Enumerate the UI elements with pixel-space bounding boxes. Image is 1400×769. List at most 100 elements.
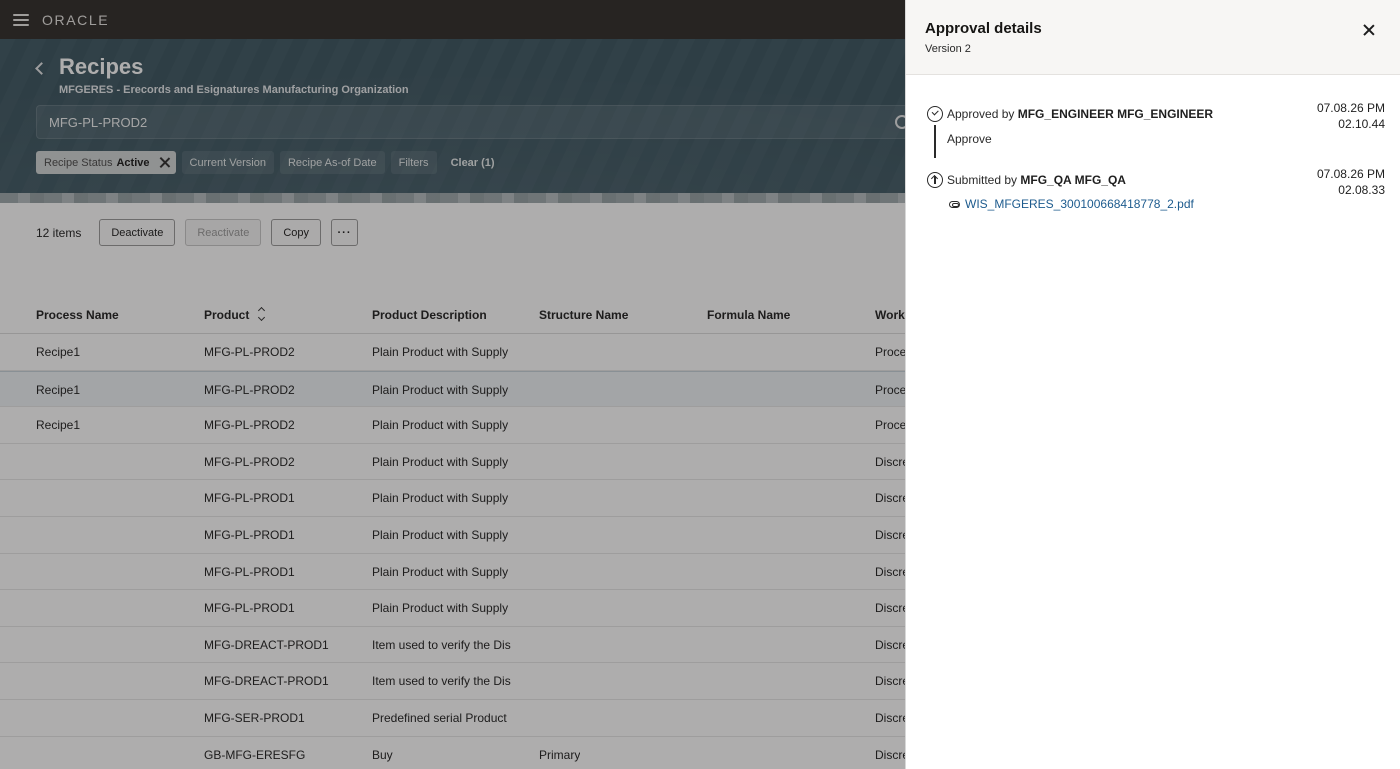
event-date: 07.08.26 PM xyxy=(1316,101,1385,115)
event-timestamp: 07.08.26 PM 02.10.44 xyxy=(1317,100,1385,132)
more-actions-button[interactable]: ··· xyxy=(331,219,359,246)
recipe-status-chip[interactable]: Recipe Status Active xyxy=(36,151,176,174)
cell-description: Predefined serial Product xyxy=(372,710,507,725)
table-row[interactable]: MFG-PL-PROD1 Plain Product with Supply Dis… xyxy=(0,517,905,554)
cell-work: Discre xyxy=(875,527,905,542)
cell-work: Discre xyxy=(875,747,905,762)
remove-filter-icon[interactable] xyxy=(159,157,170,168)
cell-product: MFG-SER-PROD1 xyxy=(204,710,305,725)
clear-filters-button[interactable]: Clear (1) xyxy=(443,151,503,174)
cell-product: MFG-DREACT-PROD1 xyxy=(204,637,329,652)
page-subtitle: MFGERES - Erecords and Esignatures Manuf… xyxy=(59,84,409,96)
cell-description: Plain Product with Supply xyxy=(372,382,509,397)
cell-description: Plain Product with Supply xyxy=(372,454,509,469)
cell-description: Plain Product with Supply xyxy=(372,564,509,579)
table-row[interactable]: GB-MFG-ERESFG Buy Primary Discre xyxy=(0,737,905,769)
cell-description: Plain Product with Supply xyxy=(372,345,509,359)
submission-event: Submitted by MFG_QA MFG_QA WIS_MFGERES_3… xyxy=(925,167,1400,222)
chip-value: Active xyxy=(116,156,150,169)
filters-chip[interactable]: Filters xyxy=(390,151,437,174)
cell-work: Discre xyxy=(875,491,905,506)
menu-icon[interactable] xyxy=(13,13,29,26)
filter-chips: Recipe Status Active Current Version Rec… xyxy=(36,151,503,174)
cell-work: Discre xyxy=(875,637,905,652)
as-of-date-chip[interactable]: Recipe As-of Date xyxy=(279,151,385,174)
cell-description: Item used to verify the Dis xyxy=(372,674,511,689)
recipes-table: Process Name Product Product Description… xyxy=(0,296,905,769)
cell-description: Plain Product with Supply xyxy=(372,418,509,433)
table-row[interactable]: MFG-DREACT-PROD1 Item used to verify the … xyxy=(0,663,905,700)
cell-description: Plain Product with Supply xyxy=(372,601,509,616)
table-row[interactable]: MFG-PL-PROD1 Plain Product with Supply Dis… xyxy=(0,554,905,591)
attachment: WIS_MFGERES_300100668418778_2.pdf xyxy=(949,197,1194,211)
column-header-structure-name[interactable]: Structure Name xyxy=(539,308,628,322)
cell-product: MFG-PL-PROD2 xyxy=(204,382,295,397)
cell-product: GB-MFG-ERESFG xyxy=(204,747,306,762)
column-header-product[interactable]: Product xyxy=(204,308,266,322)
cell-work: Discre xyxy=(875,674,905,689)
table-row[interactable]: MFG-PL-PROD1 Plain Product with Supply Dis… xyxy=(0,590,905,627)
table-row[interactable]: Recipe1 MFG-PL-PROD2 Plain Product with Su… xyxy=(0,407,905,444)
copy-button[interactable]: Copy xyxy=(271,219,322,246)
oracle-logo[interactable]: ORACLE xyxy=(42,12,109,28)
current-version-chip[interactable]: Current Version xyxy=(181,151,274,174)
cell-description: Plain Product with Supply xyxy=(372,527,509,542)
drawer-title: Approval details xyxy=(925,20,1042,37)
cell-work: Discre xyxy=(875,601,905,616)
back-chevron-icon[interactable] xyxy=(34,60,46,76)
close-icon[interactable] xyxy=(1362,23,1376,37)
table-header: Process Name Product Product Description… xyxy=(0,296,905,334)
cell-work: Discre xyxy=(875,710,905,725)
cell-description: Item used to verify the Dis xyxy=(372,637,511,652)
cell-description: Plain Product with Supply xyxy=(372,491,509,506)
sort-icon[interactable] xyxy=(258,308,266,320)
approval-event: Approved by MFG_ENGINEER MFG_ENGINEER Ap… xyxy=(925,101,1400,166)
event-time: 02.10.44 xyxy=(1338,117,1385,131)
cell-work: Proce xyxy=(875,418,905,433)
cell-process: Recipe1 xyxy=(36,345,81,359)
table-row[interactable]: MFG-SER-PROD1 Predefined serial Product Di… xyxy=(0,700,905,737)
cell-work: Discre xyxy=(875,454,905,469)
deactivate-button[interactable]: Deactivate xyxy=(99,219,176,246)
column-header-process-name[interactable]: Process Name xyxy=(36,308,119,322)
event-time: 02.08.33 xyxy=(1338,183,1385,197)
column-header-product-description[interactable]: Product Description xyxy=(372,308,517,322)
drawer-header: Approval details Version 2 xyxy=(906,0,1400,75)
table-body: Recipe1 MFG-PL-PROD2 Plain Product with Su… xyxy=(0,334,905,769)
event-date: 07.08.26 PM xyxy=(1316,167,1385,181)
cell-process: Recipe1 xyxy=(36,382,81,397)
cell-product: MFG-PL-PROD1 xyxy=(204,491,295,506)
search-input[interactable] xyxy=(37,106,915,138)
table-row[interactable]: MFG-PL-PROD1 Plain Product with Supply Dis… xyxy=(0,480,905,517)
cell-work: Discre xyxy=(875,564,905,579)
cell-structure: Primary xyxy=(539,747,581,762)
cell-product: MFG-PL-PROD2 xyxy=(204,454,295,469)
column-header-label: Product xyxy=(204,307,250,322)
reactivate-button[interactable]: Reactivate xyxy=(185,219,262,246)
column-header-formula-name[interactable]: Formula Name xyxy=(707,308,790,322)
cell-product: MFG-PL-PROD1 xyxy=(204,564,295,579)
table-row[interactable]: Recipe1 MFG-PL-PROD2 Plain Product with Su… xyxy=(0,334,905,371)
cell-product: MFG-PL-PROD2 xyxy=(204,345,295,359)
table-row[interactable]: MFG-DREACT-PROD1 Item used to verify the … xyxy=(0,627,905,664)
cell-product: MFG-DREACT-PROD1 xyxy=(204,674,329,689)
cell-product: MFG-PL-PROD1 xyxy=(204,527,295,542)
event-title: Submitted by MFG_QA MFG_QA xyxy=(947,173,1126,187)
search-box[interactable] xyxy=(36,105,916,139)
table-toolbar: 12 items Deactivate Reactivate Copy ··· xyxy=(36,219,359,246)
cell-work: Proce xyxy=(875,382,905,397)
paperclip-icon xyxy=(949,200,960,208)
column-header-work[interactable]: Work xyxy=(875,308,905,322)
timeline-connector xyxy=(934,125,936,158)
cell-description: Buy xyxy=(372,747,393,762)
event-title: Approved by MFG_ENGINEER MFG_ENGINEER xyxy=(947,107,1214,121)
approval-details-drawer: Approval details Version 2 Approved by M… xyxy=(905,0,1400,769)
event-comment: Approve xyxy=(947,132,992,146)
table-row[interactable]: MFG-PL-PROD2 Plain Product with Supply Dis… xyxy=(0,444,905,481)
cell-product: MFG-PL-PROD2 xyxy=(204,418,295,433)
cell-process: Recipe1 xyxy=(36,418,81,433)
table-row[interactable]: Recipe1 MFG-PL-PROD2 Plain Product with Su… xyxy=(0,370,905,408)
items-count: 12 items xyxy=(36,225,82,240)
chip-label: Recipe Status xyxy=(44,156,113,169)
attachment-link[interactable]: WIS_MFGERES_300100668418778_2.pdf xyxy=(965,197,1194,211)
